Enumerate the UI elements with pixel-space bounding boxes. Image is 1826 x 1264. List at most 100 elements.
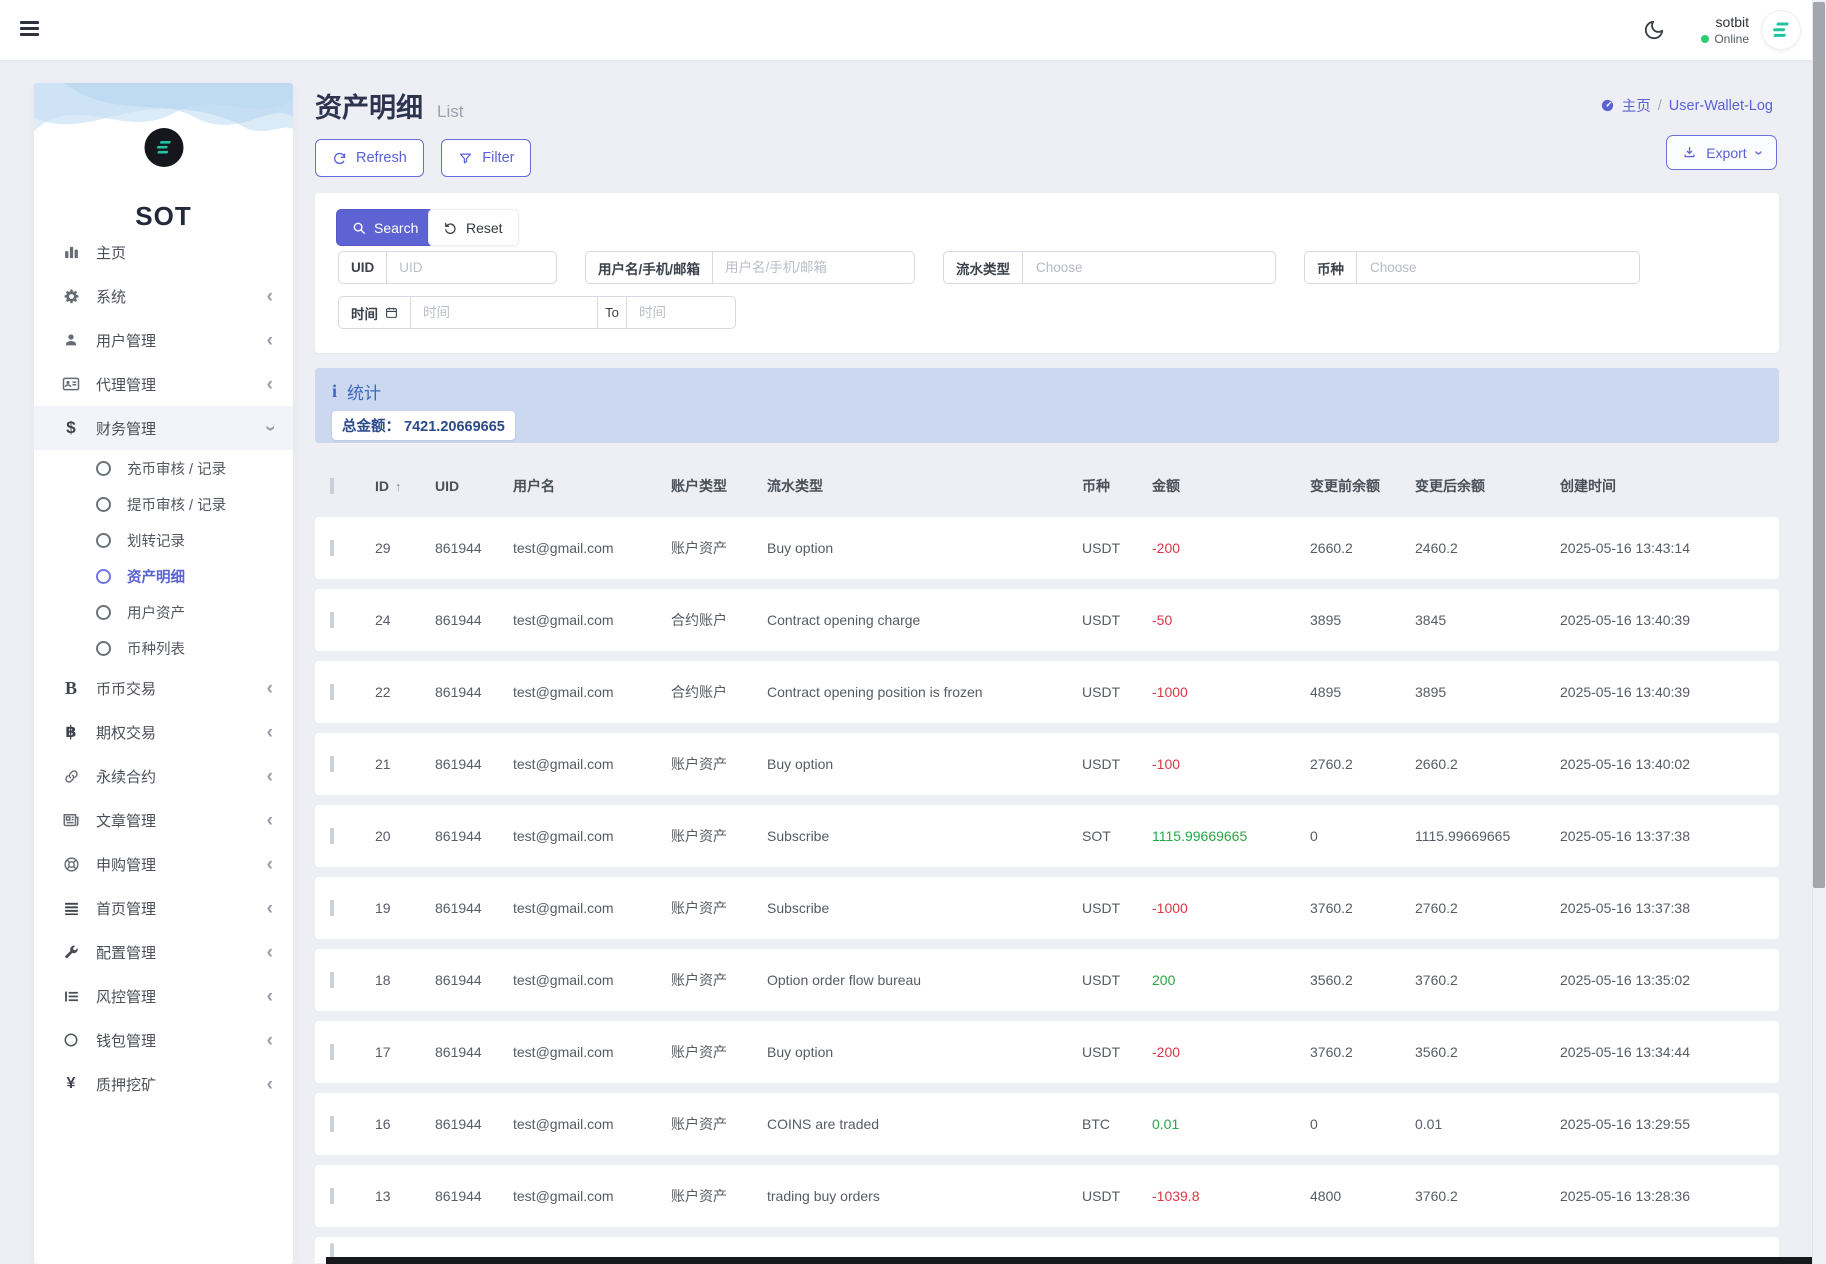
sidebar-item-6[interactable]: B 币币交易 ‹ bbox=[34, 666, 293, 710]
chevron-left-icon: ‹ bbox=[266, 985, 273, 1007]
cell-account-type: 账户资产 bbox=[671, 756, 727, 772]
cell-after-balance: 2660.2 bbox=[1415, 756, 1458, 772]
cell-created-time: 2025-05-16 13:37:38 bbox=[1560, 828, 1690, 844]
user-input[interactable] bbox=[713, 252, 904, 283]
dark-mode-moon-icon[interactable] bbox=[1643, 19, 1665, 41]
sidebar-item-13[interactable]: 风控管理 ‹ bbox=[34, 974, 293, 1018]
row-checkbox[interactable] bbox=[330, 828, 334, 844]
row-checkbox[interactable] bbox=[330, 1044, 334, 1060]
life-ring-icon bbox=[59, 856, 83, 873]
uid-filter-group: UID bbox=[338, 251, 557, 284]
column-header[interactable]: 流水类型 bbox=[753, 476, 1068, 496]
cell-flow-type: Subscribe bbox=[767, 900, 830, 916]
cell-flow-type: Subscribe bbox=[767, 828, 830, 844]
cell-coin: USDT bbox=[1082, 612, 1121, 628]
filter-button[interactable]: Filter bbox=[441, 139, 532, 177]
cell-before-balance: 2660.2 bbox=[1310, 540, 1353, 556]
sort-asc-icon[interactable]: ↑ bbox=[395, 479, 402, 494]
sidebar-item-4[interactable]: 代理管理 ‹ bbox=[34, 362, 293, 406]
sidebar-item-9[interactable]: 文章管理 ‹ bbox=[34, 798, 293, 842]
row-checkbox[interactable] bbox=[330, 612, 334, 628]
uid-label: UID bbox=[339, 252, 388, 283]
sidebar-item-15[interactable]: ¥ 质押挖矿 ‹ bbox=[34, 1062, 293, 1106]
uid-input[interactable] bbox=[387, 252, 543, 283]
row-checkbox[interactable] bbox=[330, 1188, 334, 1204]
row-checkbox[interactable] bbox=[330, 684, 334, 700]
cell-flow-type: Buy option bbox=[767, 756, 834, 772]
sidebar-item-7[interactable]: ฿ 期权交易 ‹ bbox=[34, 710, 293, 754]
flow-type-select[interactable]: Choose bbox=[1023, 252, 1275, 283]
table-row: 18 861944 test@gmail.com 账户资产 Option order f… bbox=[315, 949, 1779, 1011]
column-header[interactable]: 账户类型 bbox=[657, 476, 753, 496]
column-header[interactable]: 币种 bbox=[1068, 476, 1138, 496]
chevron-left-icon: ‹ bbox=[266, 1073, 273, 1095]
table-header-row: ID ↑ UID 用户名 账户类型 流水类型 币种 金额 变更前余额 变更后余额 创建时间 bbox=[315, 465, 1779, 507]
sidebar-logo[interactable] bbox=[144, 128, 183, 167]
table-row: 16 861944 test@gmail.com 账户资产 COINS are trad… bbox=[315, 1093, 1779, 1155]
cell-username: test@gmail.com bbox=[513, 612, 614, 628]
time-from-input[interactable] bbox=[411, 297, 597, 328]
sidebar-subitem-5[interactable]: 用户资产 bbox=[34, 594, 293, 630]
row-checkbox[interactable] bbox=[330, 1116, 334, 1132]
sidebar-item-12[interactable]: 配置管理 ‹ bbox=[34, 930, 293, 974]
select-all-checkbox[interactable] bbox=[330, 478, 334, 494]
sidebar-item-10[interactable]: 申购管理 ‹ bbox=[34, 842, 293, 886]
avatar[interactable] bbox=[1762, 11, 1800, 49]
coin-select[interactable]: Choose bbox=[1357, 252, 1639, 283]
reset-label: Reset bbox=[466, 219, 503, 236]
sidebar-subitem-1[interactable]: 充币审核 / 记录 bbox=[34, 450, 293, 486]
page-subtitle: List bbox=[437, 102, 464, 121]
sidebar-subitem-6[interactable]: 币种列表 bbox=[34, 630, 293, 666]
cell-flow-type: trading buy orders bbox=[767, 1188, 880, 1204]
export-button[interactable]: Export ‹ bbox=[1666, 135, 1777, 170]
column-header[interactable]: 金额 bbox=[1138, 476, 1296, 496]
column-header[interactable]: 创建时间 bbox=[1546, 476, 1779, 496]
sidebar-item-11[interactable]: 首页管理 ‹ bbox=[34, 886, 293, 930]
chevron-left-icon: ‹ bbox=[266, 765, 273, 787]
sidebar: SOT 主页 系统 ‹ 用户管理 ‹ 代理管理 ‹ $ 财务管理 ‹ 充币审核 / 记录 提币审核 /… bbox=[34, 83, 293, 1264]
row-checkbox[interactable] bbox=[330, 900, 334, 916]
row-checkbox[interactable] bbox=[330, 756, 334, 772]
column-header[interactable]: 用户名 bbox=[499, 476, 657, 496]
sidebar-subitem-3[interactable]: 划转记录 bbox=[34, 522, 293, 558]
link-icon bbox=[59, 768, 83, 785]
breadcrumb-current[interactable]: User-Wallet-Log bbox=[1669, 98, 1773, 114]
sidebar-subitem-4[interactable]: 资产明细 bbox=[34, 558, 293, 594]
column-header[interactable]: 变更后余额 bbox=[1401, 476, 1546, 496]
row-checkbox[interactable] bbox=[330, 972, 334, 988]
sidebar-subitem-label: 提币审核 / 记录 bbox=[127, 497, 227, 514]
scrollbar-thumb[interactable] bbox=[1813, 2, 1825, 888]
cell-account-type: 账户资产 bbox=[671, 900, 727, 916]
row-checkbox[interactable] bbox=[330, 540, 334, 556]
search-button[interactable]: Search bbox=[336, 209, 435, 246]
user-info[interactable]: sotbit Online bbox=[1701, 14, 1749, 46]
sidebar-item-2[interactable]: 系统 ‹ bbox=[34, 274, 293, 318]
cell-account-type: 合约账户 bbox=[671, 684, 727, 700]
page-scrollbar[interactable] bbox=[1812, 0, 1826, 1264]
refresh-button[interactable]: Refresh bbox=[315, 139, 424, 177]
breadcrumb-home[interactable]: 主页 bbox=[1622, 95, 1651, 116]
cell-amount: -1000 bbox=[1152, 900, 1188, 916]
cell-username: test@gmail.com bbox=[513, 684, 614, 700]
cell-amount: -50 bbox=[1152, 612, 1173, 628]
reset-button[interactable]: Reset bbox=[428, 209, 519, 246]
sidebar-subitem-2[interactable]: 提币审核 / 记录 bbox=[34, 486, 293, 522]
sidebar-item-3[interactable]: 用户管理 ‹ bbox=[34, 318, 293, 362]
sidebar-item-1[interactable]: 主页 bbox=[34, 230, 293, 274]
yen-icon: ¥ bbox=[66, 1075, 76, 1092]
chevron-left-icon: ‹ bbox=[266, 285, 273, 307]
sidebar-item-5[interactable]: $ 财务管理 ‹ bbox=[34, 406, 293, 450]
column-header[interactable]: UID bbox=[421, 478, 499, 494]
cell-before-balance: 0 bbox=[1310, 1116, 1318, 1132]
hamburger-menu-icon[interactable] bbox=[20, 21, 42, 39]
cell-before-balance: 4800 bbox=[1310, 1188, 1342, 1204]
sidebar-item-8[interactable]: 永续合约 ‹ bbox=[34, 754, 293, 798]
time-to-input[interactable] bbox=[627, 297, 735, 328]
row-select-cell bbox=[315, 612, 361, 628]
column-header[interactable]: ID ↑ bbox=[361, 478, 421, 494]
column-header[interactable]: 变更前余额 bbox=[1296, 476, 1401, 496]
statistics-title-text: 统计 bbox=[347, 384, 382, 403]
bullet-circle-icon bbox=[96, 460, 111, 476]
breadcrumb-separator: / bbox=[1657, 97, 1662, 114]
sidebar-item-14[interactable]: 钱包管理 ‹ bbox=[34, 1018, 293, 1062]
